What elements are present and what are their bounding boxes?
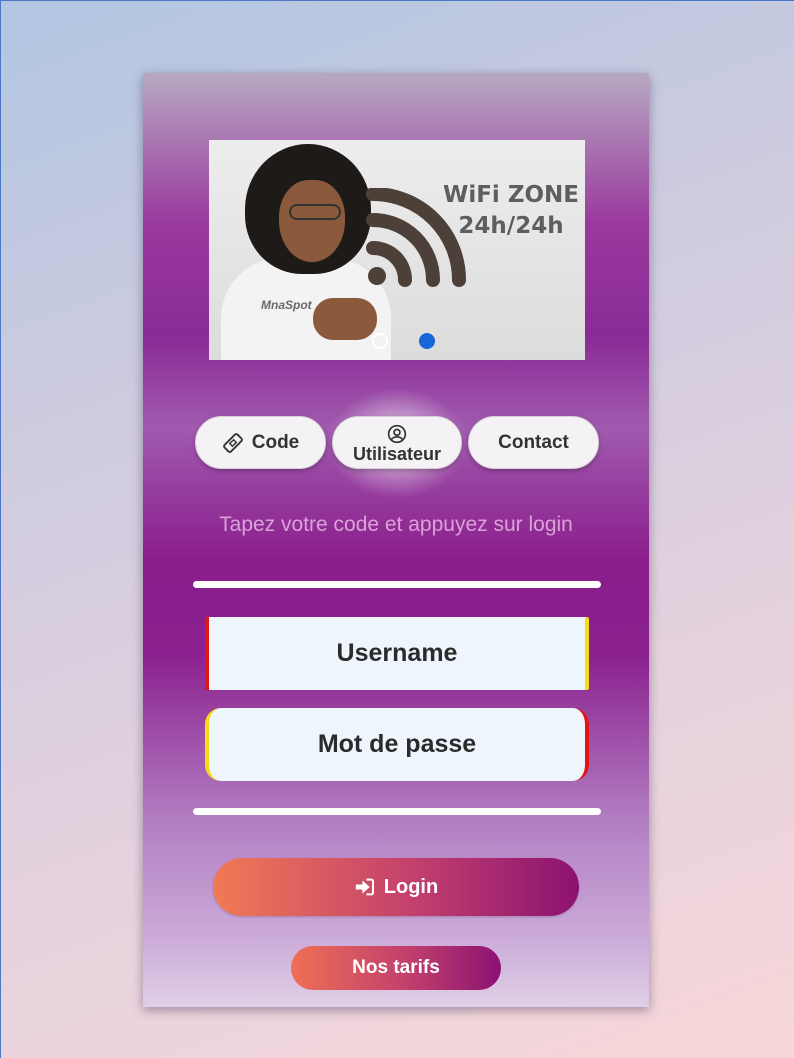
ticket-icon — [222, 432, 243, 453]
login-button-label: Login — [383, 875, 439, 898]
banner-person-arm — [313, 298, 377, 340]
tab-code-label: Code — [251, 431, 300, 453]
tab-contact-label: Contact — [498, 431, 569, 453]
divider-top — [193, 581, 601, 588]
tab-code[interactable]: Code — [195, 416, 326, 469]
divider-bottom — [193, 808, 601, 815]
tarifs-button-label: Nos tarifs — [352, 957, 440, 978]
tab-utilisateur-label: Utilisateur — [352, 443, 442, 464]
banner-title-line1: WiFi ZONE — [442, 182, 580, 208]
banner-carousel[interactable]: MnaSpot WiFi ZONE 24h/24h — [209, 140, 585, 360]
tab-utilisateur[interactable]: Utilisateur — [332, 416, 462, 469]
login-button[interactable]: Login — [213, 858, 579, 916]
banner-glasses — [289, 204, 341, 220]
banner-title: WiFi ZONE 24h/24h — [437, 180, 585, 242]
carousel-dot-1[interactable] — [372, 333, 388, 349]
password-field[interactable]: Mot de passe — [205, 708, 589, 781]
tab-contact[interactable]: Contact — [468, 416, 599, 469]
login-card: MnaSpot WiFi ZONE 24h/24h Code Utilisate… — [143, 73, 649, 1007]
carousel-dot-2[interactable] — [419, 333, 435, 349]
tarifs-button[interactable]: Nos tarifs — [291, 946, 501, 990]
banner-title-line2: 24h/24h — [458, 213, 564, 239]
banner-shirt-logo: MnaSpot — [261, 298, 312, 312]
banner-person-face — [279, 180, 345, 262]
sign-in-icon — [355, 878, 374, 896]
user-circle-icon — [387, 424, 407, 443]
form-hint: Tapez votre code et appuyez sur login — [219, 513, 573, 536]
username-field[interactable]: Username — [205, 617, 589, 690]
